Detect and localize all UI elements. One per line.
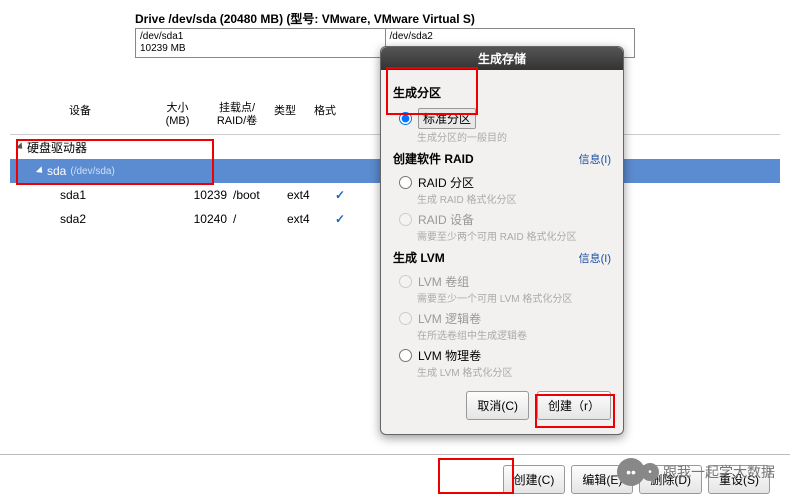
part-mount: /boot (227, 188, 287, 202)
drive-title: Drive /dev/sda (20480 MB) (型号: VMware, V… (135, 10, 475, 27)
radio-lvm-vg (399, 275, 412, 288)
radio-lvm-lv (399, 312, 412, 325)
opt-label: RAID 设备 (418, 211, 474, 228)
radio-lvm-pv[interactable] (399, 349, 412, 362)
hint-text: 需要至少两个可用 RAID 格式化分区 (393, 228, 611, 243)
col-device[interactable]: 设备 (10, 102, 150, 128)
col-type[interactable]: 类型 (265, 102, 305, 128)
opt-label: RAID 分区 (418, 174, 474, 191)
part-size: 10239 (172, 188, 227, 202)
delete-button[interactable]: 删除(D) (639, 465, 702, 494)
check-icon: ✓ (335, 212, 345, 226)
cancel-button[interactable]: 取消(C) (466, 391, 529, 420)
disk-path: (/dev/sda) (70, 166, 114, 177)
radio-standard[interactable] (399, 112, 412, 125)
create-button[interactable]: 创建（r） (537, 391, 611, 420)
hint-text: 生成分区的一般目的 (393, 129, 611, 144)
expand-icon[interactable] (16, 142, 25, 151)
option-lvm-lv: LVM 逻辑卷 (393, 307, 611, 327)
col-size[interactable]: 大小 (MB) (150, 102, 205, 128)
part-name: sda1 (60, 188, 86, 202)
radio-raid-part[interactable] (399, 176, 412, 189)
section-lvm: 生成 LVM 信息(I) (393, 249, 611, 266)
col-mount[interactable]: 挂载点/ RAID/卷 (205, 102, 265, 128)
bottom-toolbar: 创建(C) 编辑(E) 删除(D) 重设(S) (0, 454, 790, 494)
opt-label: LVM 物理卷 (418, 347, 481, 364)
option-standard-partition[interactable]: 标准分区 (393, 105, 611, 129)
radio-raid-dev (399, 213, 412, 226)
partition-size: 10239 MB (140, 43, 381, 55)
create-storage-dialog: 生成存储 生成分区 标准分区 生成分区的一般目的 创建软件 RAID 信息(I)… (380, 46, 624, 435)
reset-button[interactable]: 重设(S) (708, 465, 770, 494)
part-type: ext4 (287, 188, 327, 202)
info-link[interactable]: 信息(I) (579, 250, 611, 266)
hint-text: 生成 LVM 格式化分区 (393, 364, 611, 379)
group-label: 硬盘驱动器 (27, 139, 87, 156)
hint-text: 在所选卷组中生成逻辑卷 (393, 327, 611, 342)
option-lvm-pv[interactable]: LVM 物理卷 (393, 344, 611, 364)
col-format[interactable]: 格式 (305, 102, 345, 128)
partition-name: /dev/sda2 (390, 31, 631, 43)
part-size: 10240 (172, 212, 227, 226)
hint-text: 需要至少一个可用 LVM 格式化分区 (393, 290, 611, 305)
option-lvm-vg: LVM 卷组 (393, 270, 611, 290)
part-type: ext4 (287, 212, 327, 226)
opt-label: LVM 逻辑卷 (418, 310, 481, 327)
partition-segment[interactable]: /dev/sda1 10239 MB (136, 29, 386, 57)
edit-button[interactable]: 编辑(E) (571, 465, 633, 494)
section-partition: 生成分区 (393, 84, 611, 101)
opt-label: 标准分区 (418, 108, 476, 129)
expand-icon[interactable] (36, 166, 45, 175)
hint-text: 生成 RAID 格式化分区 (393, 191, 611, 206)
part-name: sda2 (60, 212, 86, 226)
check-icon: ✓ (335, 188, 345, 202)
create-button[interactable]: 创建(C) (503, 465, 566, 494)
section-raid: 创建软件 RAID 信息(I) (393, 150, 611, 167)
info-link[interactable]: 信息(I) (579, 151, 611, 167)
part-mount: / (227, 212, 287, 226)
option-raid-device: RAID 设备 (393, 208, 611, 228)
partition-name: /dev/sda1 (140, 31, 381, 43)
dialog-title: 生成存储 (381, 47, 623, 70)
disk-name: sda (47, 164, 66, 178)
opt-label: LVM 卷组 (418, 273, 469, 290)
option-raid-partition[interactable]: RAID 分区 (393, 171, 611, 191)
